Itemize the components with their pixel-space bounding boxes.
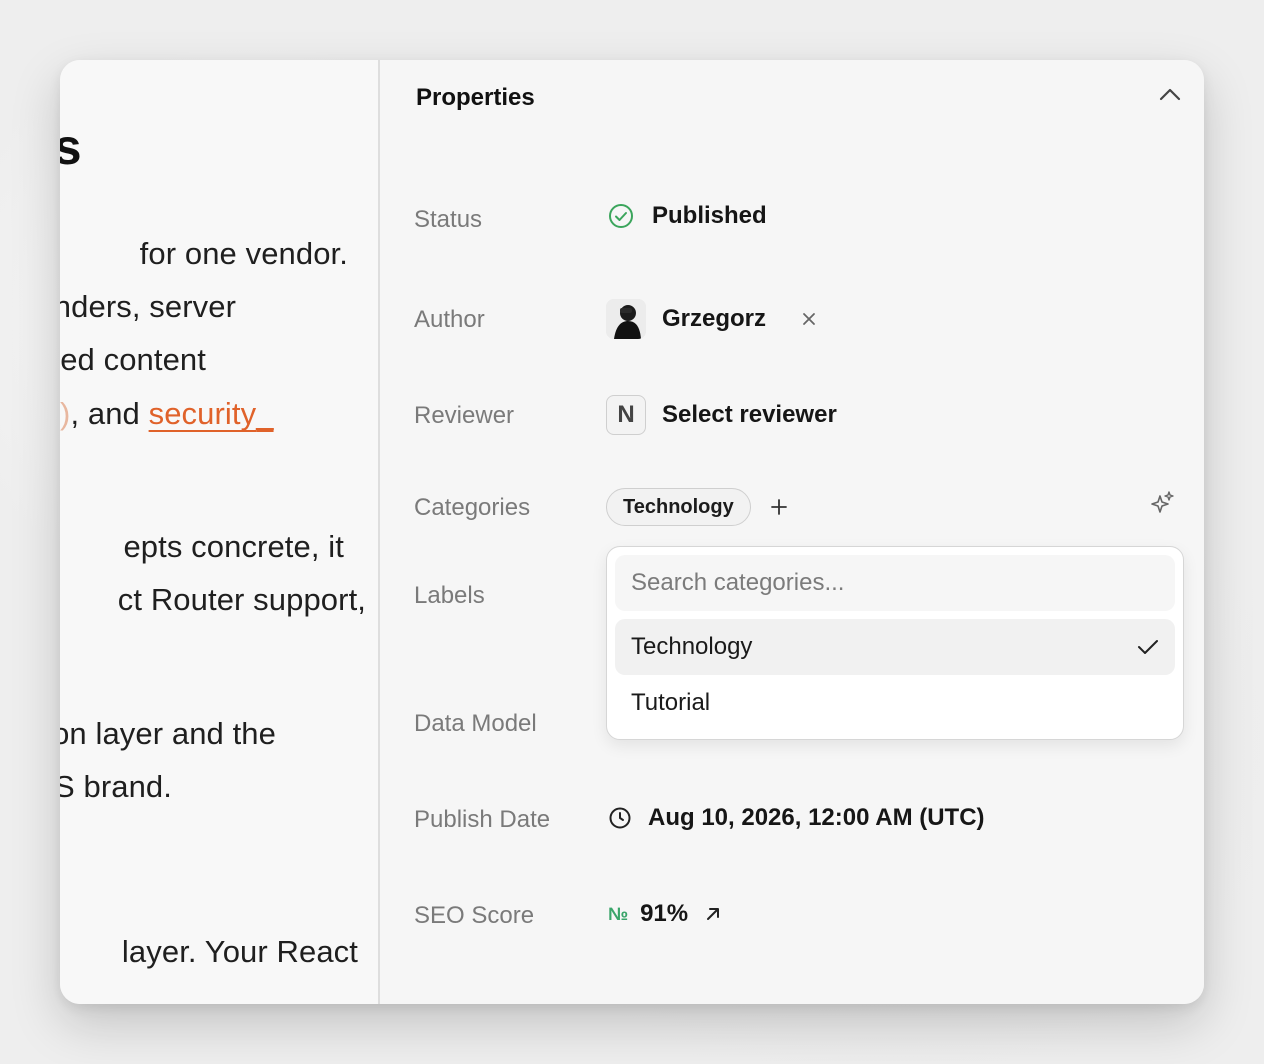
category-search-input[interactable] (615, 555, 1175, 611)
category-dropdown: Technology Tutorial (606, 546, 1184, 740)
arrow-up-right-icon (707, 908, 720, 920)
seo-score-value[interactable]: № 91% (608, 900, 722, 928)
article-line: ed content (60, 342, 206, 377)
data-model-label: Data Model (414, 710, 537, 737)
article-line: for one vendor. (139, 236, 348, 271)
publish-date-label: Publish Date (414, 806, 551, 833)
publish-date-text: Aug 10, 2026, 12:00 AM (UTC) (648, 804, 985, 831)
status-text: Published (652, 202, 767, 229)
security-link[interactable]: security_ (149, 396, 274, 431)
add-category-button[interactable] (770, 499, 787, 515)
categories-value: Technology (606, 488, 787, 526)
article-text-fragment: , and (70, 396, 149, 431)
status-value[interactable]: Published (608, 202, 767, 230)
link-fragment: ) (60, 396, 71, 431)
check-circle-icon (609, 204, 633, 228)
seo-score-label: SEO Score (414, 902, 535, 929)
article-line: ct Router support, (117, 582, 366, 617)
categories-label: Categories (414, 494, 531, 521)
reviewer-badge: N (606, 395, 646, 435)
reviewer-placeholder: Select reviewer (662, 401, 837, 428)
close-icon (803, 313, 815, 325)
article-heading: ks (60, 118, 82, 176)
avatar (606, 299, 646, 339)
article-line: epts concrete, it (123, 529, 344, 564)
dropdown-option-tutorial[interactable]: Tutorial (615, 675, 1175, 731)
article-line: layer. Your React (121, 934, 358, 969)
article-line: S brand. (60, 769, 172, 804)
status-label: Status (414, 206, 483, 233)
seo-score-text: 91% (640, 900, 689, 927)
checkmark-icon (1138, 640, 1158, 654)
reviewer-label: Reviewer (414, 402, 515, 429)
ai-suggest-button[interactable] (1150, 490, 1176, 521)
article-line: nders, server (60, 289, 236, 324)
dropdown-option-technology[interactable]: Technology (615, 619, 1175, 675)
reviewer-select[interactable]: N Select reviewer (606, 395, 837, 435)
sparkles-icon (1151, 491, 1174, 513)
option-label: Tutorial (631, 689, 711, 716)
article-line-link: ), and security_ (60, 396, 274, 432)
publish-date-value[interactable]: Aug 10, 2026, 12:00 AM (UTC) (608, 804, 985, 832)
plus-icon (770, 499, 787, 515)
article-panel: ks for one vendor. nders, server ed cont… (60, 60, 380, 1004)
editor-window: ks for one vendor. nders, server ed cont… (60, 60, 1204, 1004)
properties-panel: Properties Status Published Author Grzeg… (382, 60, 1204, 1004)
article-line: on layer and the (60, 716, 276, 751)
chevron-up-icon (1159, 88, 1181, 101)
clock-icon (609, 807, 631, 829)
labels-label: Labels (414, 582, 485, 609)
author-name: Grzegorz (662, 305, 767, 332)
seo-number-icon: № (608, 903, 629, 924)
option-label: Technology (631, 633, 753, 660)
collapse-button[interactable] (1156, 80, 1184, 108)
category-chip[interactable]: Technology (606, 488, 751, 526)
panel-title: Properties (416, 84, 535, 111)
author-label: Author (414, 306, 485, 333)
remove-author-button[interactable] (802, 312, 816, 326)
author-value[interactable]: Grzegorz (606, 299, 816, 339)
